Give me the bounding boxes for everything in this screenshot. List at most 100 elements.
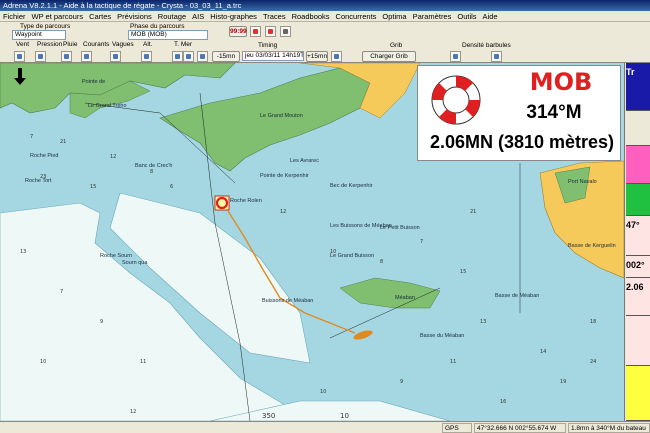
right-panel-cell-5[interactable]: 002°	[626, 256, 650, 278]
menu-item-1[interactable]: WP et parcours	[29, 11, 87, 21]
menu-item-13[interactable]: Aide	[480, 11, 501, 21]
place-roche-tort: Roche Tort	[25, 178, 52, 184]
place-banc-crech: Banc de Crec'h	[135, 163, 173, 169]
right-panel-cell-4[interactable]: 47°	[626, 216, 650, 256]
place-roche-pied: Roche Pied	[30, 153, 59, 159]
right-panel-cell-6[interactable]: 2.06	[626, 278, 650, 316]
window-title: Adrena V8.2.1.1 - Aide à la tactique de …	[0, 0, 650, 11]
boat-distance: 1.8mn à 340°M du bateau	[568, 423, 650, 433]
place-grand-buisson: Le Grand Buisson	[330, 253, 375, 259]
layer-toggle-icon-0[interactable]	[14, 51, 25, 62]
layer-toggle-icon-3[interactable]	[81, 51, 92, 62]
svg-text:12: 12	[280, 209, 286, 215]
svg-text:14: 14	[540, 349, 546, 355]
phase-parcours-label: Phase du parcours	[130, 23, 185, 30]
layer-toggle-icon-1[interactable]	[35, 51, 46, 62]
clock-button[interactable]: 99:99	[229, 26, 247, 37]
place-sourn-qua: Sourn qua	[122, 260, 148, 266]
place-buissons-de-meaban: Buissons de Méaban	[262, 298, 314, 304]
svg-text:12: 12	[130, 409, 136, 415]
type-parcours-select[interactable]: Waypoint	[12, 30, 66, 40]
menu-item-0[interactable]: Fichier	[0, 11, 29, 21]
density-more-icon[interactable]	[491, 51, 502, 62]
svg-text:8: 8	[380, 259, 383, 265]
first-step-icon[interactable]	[183, 51, 194, 62]
mob-marker-icon[interactable]	[214, 195, 230, 211]
svg-text:21: 21	[60, 139, 66, 145]
menu-item-10[interactable]: Optima	[379, 11, 409, 21]
time-field[interactable]: jeu 03/03/11 14h19TU	[242, 51, 304, 61]
lifebuoy-icon	[431, 75, 481, 125]
status-bar: GPS 47°32.666 N 002°55.674 W 1.8mn à 340…	[0, 421, 650, 433]
place-pointe: Pointe de	[82, 79, 106, 85]
right-panel-cell-3[interactable]	[626, 184, 650, 216]
layer-label-3: Courants	[83, 41, 110, 48]
right-panel-cell-8[interactable]	[626, 366, 650, 421]
svg-text:6: 6	[170, 184, 173, 190]
pencil-tool-icon[interactable]	[280, 26, 291, 37]
svg-text:15: 15	[90, 184, 96, 190]
svg-text:8: 8	[150, 169, 153, 175]
place-kerpenhir: Pointe de Kerpenhir	[260, 173, 309, 179]
svg-text:19: 19	[560, 379, 566, 385]
svg-text:13: 13	[480, 319, 486, 325]
place-port-navalo: Port Navalo	[568, 179, 597, 185]
layer-toggle-icon-2[interactable]	[61, 51, 72, 62]
mob-bearing: 314°M	[526, 102, 582, 123]
menu-item-7[interactable]: Traces	[260, 11, 289, 21]
mob-distance: 2.06MN (3810 mètres)	[429, 132, 615, 152]
charger-grib-button[interactable]: Charger Grib	[362, 51, 416, 62]
compass-tool-icon[interactable]	[250, 26, 261, 37]
mob-title: MOB	[529, 68, 593, 96]
menu-item-9[interactable]: Concurrents	[333, 11, 380, 21]
cursor-position: 47°32.666 N 002°55.674 W	[474, 423, 566, 433]
right-data-panel: Tr 47° 002° 2.06	[624, 63, 650, 421]
menu-item-5[interactable]: AIS	[189, 11, 207, 21]
place-kerguelin: Basse de Kerguelin	[568, 243, 616, 249]
layer-toggle-icon-4[interactable]	[110, 51, 121, 62]
forward-arrow-icon[interactable]	[331, 51, 342, 62]
svg-text:11: 11	[450, 359, 456, 365]
menu-item-12[interactable]: Outils	[454, 11, 479, 21]
compass-scale-10: 10	[340, 412, 349, 420]
menu-item-4[interactable]: Routage	[155, 11, 189, 21]
place-grand-mouton: Le Grand Mouton	[260, 113, 303, 119]
layer-label-4: Vagues	[112, 41, 134, 48]
svg-text:10: 10	[320, 389, 326, 395]
menu-bar: Fichier WP et parcours Cartes Prévisions Rou…	[0, 11, 650, 22]
svg-text:18: 18	[590, 319, 596, 325]
forward-15mn-button[interactable]: +15mn	[306, 51, 328, 62]
menu-item-6[interactable]: Histo-graphes	[207, 11, 260, 21]
svg-text:21: 21	[470, 209, 476, 215]
menu-item-3[interactable]: Prévisions	[114, 11, 155, 21]
svg-text:24: 24	[590, 359, 596, 365]
menu-item-11[interactable]: Paramètres	[410, 11, 455, 21]
place-roche-rolen: Roche Rolen	[230, 198, 262, 204]
back-arrow-icon[interactable]	[197, 51, 208, 62]
layer-label-5: Alt.	[143, 41, 153, 48]
layer-toggle-icon-5[interactable]	[141, 51, 152, 62]
phase-parcours-select[interactable]: MOB (MOB)	[128, 30, 208, 40]
right-panel-cell-1[interactable]	[626, 111, 650, 146]
density-less-icon[interactable]	[450, 51, 461, 62]
svg-text:7: 7	[30, 134, 33, 140]
place-buissons-meaban: Les Buissons de Méaban	[330, 223, 392, 229]
menu-item-8[interactable]: Roadbooks	[289, 11, 333, 21]
svg-text:15: 15	[460, 269, 466, 275]
svg-text:9: 9	[100, 319, 103, 325]
svg-text:7: 7	[420, 239, 423, 245]
right-panel-cell-2[interactable]	[626, 146, 650, 184]
layer-label-6: T. Mer	[174, 41, 193, 48]
back-15mn-button[interactable]: -15mn	[212, 51, 240, 62]
place-grand-treho: Le Grand Trého	[88, 103, 127, 109]
place-bec-kerpenhir: Bec de Kerpenhir	[330, 183, 373, 189]
type-parcours-label: Type de parcours	[20, 23, 71, 30]
svg-text:16: 16	[500, 399, 506, 405]
layer-toggle-icon-6[interactable]	[172, 51, 183, 62]
compass-scale-350: 350	[262, 412, 275, 420]
right-panel-cell-7[interactable]	[626, 316, 650, 366]
right-panel-cell-0[interactable]: Tr	[626, 63, 650, 111]
cross-tool-icon[interactable]	[265, 26, 276, 37]
svg-text:12: 12	[110, 154, 116, 160]
menu-item-2[interactable]: Cartes	[86, 11, 114, 21]
